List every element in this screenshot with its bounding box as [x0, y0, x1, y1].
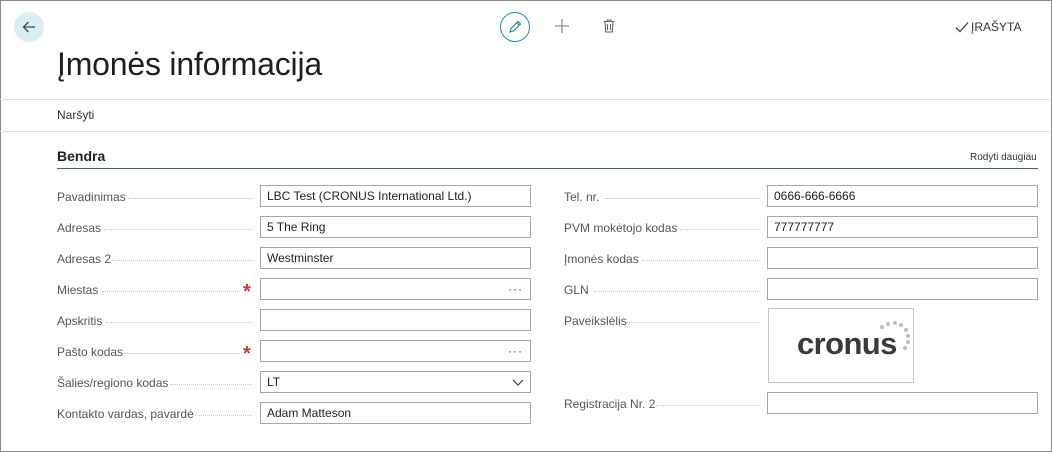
lookup-ellipsis-icon[interactable]: ··· [508, 282, 523, 296]
country-code-select[interactable]: LT [260, 371, 531, 393]
field-label-vat-code: PVM mokėtojo kodas [564, 221, 678, 235]
lookup-ellipsis-icon[interactable]: ··· [508, 344, 523, 358]
county-field[interactable] [260, 309, 531, 331]
section-title: Bendra [57, 148, 106, 164]
add-button[interactable] [548, 12, 576, 40]
show-more-link[interactable]: Rodyti daugiau [970, 152, 1037, 163]
leader-dots [124, 353, 240, 354]
field-label-name: Pavadinimas [57, 190, 126, 204]
field-label-registration-2: Registracija Nr. 2 [564, 397, 656, 411]
pencil-icon [509, 20, 522, 33]
saved-label: ĮRAŠYTA [971, 20, 1022, 34]
field-label-address-2: Adresas 2 [57, 252, 112, 266]
leader-dots [128, 198, 252, 199]
navigate-menu[interactable]: Naršyti [57, 108, 94, 122]
vat-code-field[interactable]: 777777777 [767, 216, 1038, 238]
contact-name-field[interactable]: Adam Matteson [260, 402, 531, 424]
field-label-county: Apskritis [57, 314, 103, 328]
arrow-left-icon [22, 21, 35, 33]
plus-icon [555, 19, 569, 33]
field-label-post-code: Pašto kodas [57, 345, 124, 359]
phone-field[interactable]: 0666-666-6666 [767, 185, 1038, 207]
leader-dots [626, 322, 760, 323]
field-label-gln: GLN [564, 283, 589, 297]
city-field[interactable]: ··· [260, 278, 531, 300]
leader-dots [604, 198, 760, 199]
delete-button[interactable] [595, 12, 623, 40]
leader-dots [680, 229, 760, 230]
section-divider [57, 168, 1038, 169]
checkmark-icon [955, 22, 969, 33]
leader-dots [594, 291, 760, 292]
field-label-company-code: Įmonės kodas [564, 252, 639, 266]
leader-dots [193, 415, 252, 416]
saved-status: ĮRAŠYTA [955, 20, 1021, 34]
company-picture[interactable]: cronus [768, 308, 914, 383]
trash-icon [603, 19, 615, 33]
leader-dots [656, 405, 760, 406]
back-button[interactable] [14, 12, 44, 42]
gln-field[interactable] [767, 278, 1038, 300]
field-label-phone: Tel. nr. [564, 190, 600, 204]
field-label-country-code: Šalies/regiono kodas [57, 376, 169, 390]
address-2-field[interactable]: Westminster [260, 247, 531, 269]
address-field[interactable]: 5 The Ring [260, 216, 531, 238]
logo-dots-icon [880, 321, 910, 350]
divider [0, 131, 1050, 132]
field-label-address: Adresas [57, 221, 102, 235]
leader-dots [112, 260, 252, 261]
leader-dots [104, 229, 252, 230]
page-title: Įmonės informacija [57, 46, 322, 82]
required-asterisk-icon: * [243, 281, 251, 303]
edit-button[interactable] [500, 12, 530, 42]
field-label-picture: Paveikslėlis [564, 314, 627, 328]
leader-dots [102, 291, 240, 292]
field-label-contact-name: Kontakto vardas, pavardė [57, 407, 194, 421]
leader-dots [170, 384, 252, 385]
post-code-field[interactable]: ··· [260, 340, 531, 362]
leader-dots [642, 260, 760, 261]
divider [0, 99, 1050, 100]
country-code-value: LT [267, 375, 281, 389]
field-label-city: Miestas [57, 283, 99, 297]
company-code-field[interactable] [767, 247, 1038, 269]
chevron-down-icon [512, 379, 524, 386]
registration-2-field[interactable] [767, 392, 1038, 414]
leader-dots [106, 322, 252, 323]
name-field[interactable]: LBC Test (CRONUS International Ltd.) [260, 185, 531, 207]
required-asterisk-icon: * [243, 343, 251, 365]
